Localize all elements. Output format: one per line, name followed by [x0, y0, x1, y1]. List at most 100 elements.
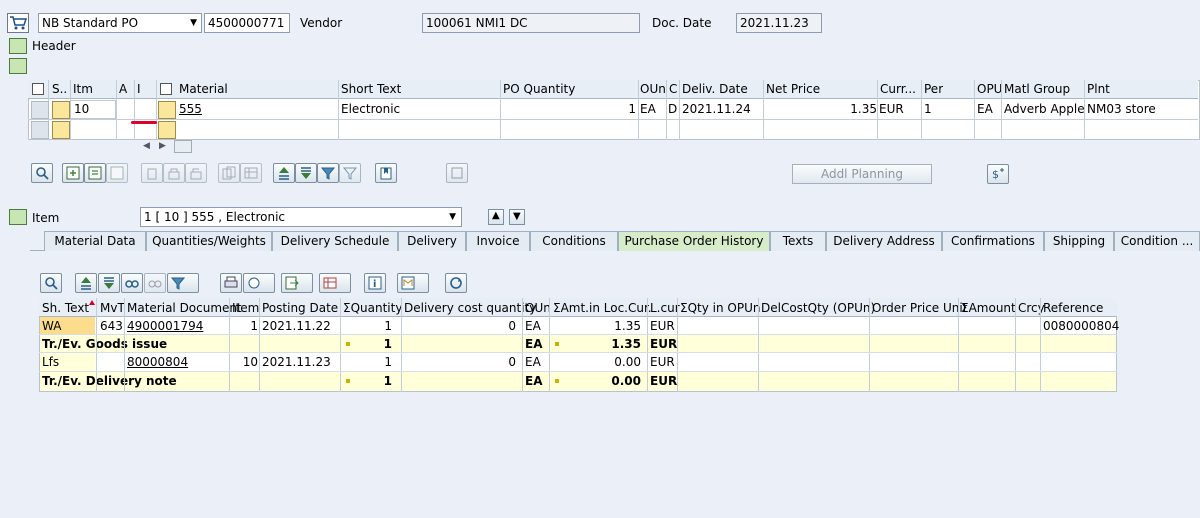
table-settings-icon[interactable]: [32, 83, 44, 95]
tab-texts[interactable]: Texts: [770, 231, 826, 251]
bookmark-icon[interactable]: [375, 163, 397, 183]
tab-condition-more[interactable]: Condition ...: [1114, 231, 1200, 251]
col-i[interactable]: I: [137, 80, 141, 99]
next-item-button[interactable]: ▼: [509, 209, 525, 225]
hcol-posting-date[interactable]: Posting Date: [262, 299, 338, 317]
hcol-delcostqty-opun[interactable]: DelCostQty (OPUn): [761, 299, 875, 317]
tab-delivery[interactable]: Delivery: [398, 231, 466, 251]
col-itm[interactable]: Itm: [73, 80, 93, 99]
history-export-icon[interactable]: [281, 273, 313, 293]
scroll-right-icon[interactable]: ▶: [159, 141, 166, 151]
filter-icon[interactable]: [317, 163, 339, 183]
history-details-icon[interactable]: [40, 273, 62, 293]
scroll-left-icon[interactable]: ◀: [143, 141, 150, 151]
hcol-oun[interactable]: OUn: [525, 299, 551, 317]
status-cell-empty[interactable]: [52, 121, 70, 139]
hcol-item[interactable]: Item: [232, 299, 259, 317]
hcol-mvt[interactable]: MvT: [100, 299, 125, 317]
hcol-amt-loc-cur[interactable]: ΣAmt.in Loc.Cur.: [553, 299, 652, 317]
col-plnt[interactable]: Plnt: [1087, 80, 1110, 99]
tab-invoice[interactable]: Invoice: [466, 231, 530, 251]
col-curr[interactable]: Curr...: [880, 80, 916, 99]
tab-delivery-schedule[interactable]: Delivery Schedule: [272, 231, 398, 251]
hcol-sh-text[interactable]: Sh. Text: [42, 299, 89, 317]
svg-text:$: $: [992, 168, 999, 181]
doc-date-field[interactable]: 2021.11.23: [736, 13, 822, 33]
status-cell[interactable]: [52, 101, 70, 119]
col-oun[interactable]: OUn: [640, 80, 666, 99]
history-print-icon[interactable]: [220, 273, 242, 293]
tab-material-data[interactable]: Material Data: [44, 231, 146, 251]
material-select-cell[interactable]: [158, 101, 176, 119]
history-find-next-icon[interactable]: [144, 273, 166, 293]
col-c[interactable]: C: [669, 80, 677, 99]
sort-ascending-icon[interactable]: [273, 163, 295, 183]
hcol-order-price-unit[interactable]: Order Price Unit: [872, 299, 967, 317]
col-short-text[interactable]: Short Text: [341, 80, 401, 99]
hcol-reference[interactable]: Reference: [1043, 299, 1103, 317]
tab-delivery-address[interactable]: Delivery Address: [826, 231, 942, 251]
col-opu[interactable]: OPU: [977, 80, 1002, 99]
history-filter-icon[interactable]: [167, 273, 199, 293]
copy-item-icon[interactable]: [84, 163, 106, 183]
sort-descending-icon[interactable]: [295, 163, 317, 183]
col-deliv-date[interactable]: Deliv. Date: [682, 80, 748, 99]
po-number-field[interactable]: 4500000771: [204, 13, 290, 33]
arrow-up-icon: ▲: [492, 210, 500, 221]
history-sort-asc-icon[interactable]: [75, 273, 97, 293]
row-selector-empty[interactable]: [31, 121, 49, 139]
col-s[interactable]: S..: [52, 80, 67, 99]
delete-icon[interactable]: [141, 163, 163, 183]
row-selector[interactable]: [31, 101, 49, 119]
material-select-cell-empty[interactable]: [158, 121, 176, 139]
vendor-field[interactable]: 100061 NMI1 DC: [422, 13, 640, 33]
tab-quantities-weights[interactable]: Quantities/Weights: [146, 231, 272, 251]
hcol-qty-in-opun[interactable]: ΣQty in OPUn: [680, 299, 760, 317]
tab-conditions[interactable]: Conditions: [530, 231, 618, 251]
col-material[interactable]: Material: [179, 80, 228, 99]
filter-edit-icon[interactable]: [339, 163, 361, 183]
lock-icon[interactable]: [163, 163, 185, 183]
copy-icon[interactable]: [218, 163, 240, 183]
add-item-icon[interactable]: [62, 163, 84, 183]
col-net-price[interactable]: Net Price: [766, 80, 820, 99]
history-info-icon[interactable]: i: [364, 273, 386, 293]
overview-toggle-icon[interactable]: [9, 58, 27, 74]
col-a[interactable]: A: [119, 80, 127, 99]
col-per[interactable]: Per: [924, 80, 943, 99]
po-type-select[interactable]: NB Standard PO ▼: [38, 13, 202, 33]
material-link[interactable]: 555: [179, 100, 202, 119]
addl-planning-button[interactable]: Addl Planning: [792, 164, 932, 184]
currency-icon[interactable]: $: [987, 164, 1009, 184]
header-toggle-icon[interactable]: [9, 38, 27, 54]
history-layout-icon[interactable]: [319, 273, 351, 293]
tab-confirmations[interactable]: Confirmations: [942, 231, 1044, 251]
hcol-amount[interactable]: ΣAmount: [961, 299, 1016, 317]
unlock-icon[interactable]: [185, 163, 207, 183]
col-po-quantity[interactable]: PO Quantity: [503, 80, 575, 99]
col-matl-group[interactable]: Matl Group: [1004, 80, 1070, 99]
hcol-quantity[interactable]: ΣQuantity: [343, 299, 402, 317]
row3-material-document-link[interactable]: 80000804: [127, 353, 188, 371]
item-toggle-icon[interactable]: [9, 209, 27, 225]
item-number-field[interactable]: 10: [70, 100, 116, 119]
row1-material-document-link[interactable]: 4900001794: [127, 317, 203, 335]
history-graphic-icon[interactable]: [397, 273, 429, 293]
hcol-material-document[interactable]: Material Document: [127, 299, 242, 317]
paste-item-icon[interactable]: [106, 163, 128, 183]
details-icon[interactable]: [31, 163, 53, 183]
hcol-delivery-cost-quantity[interactable]: Delivery cost quantity: [404, 299, 536, 317]
services-icon[interactable]: [446, 163, 468, 183]
scroll-position-icon[interactable]: [174, 140, 192, 153]
row2-oun: EA: [525, 337, 543, 351]
history-view-icon[interactable]: [243, 273, 275, 293]
history-refresh-icon[interactable]: [445, 273, 467, 293]
hcol-l-cur[interactable]: L.cur: [650, 299, 680, 317]
table-icon[interactable]: [240, 163, 262, 183]
tab-purchase-order-history[interactable]: Purchase Order History: [618, 231, 770, 251]
tab-shipping[interactable]: Shipping: [1044, 231, 1114, 251]
previous-item-button[interactable]: ▲: [488, 209, 504, 225]
history-sort-desc-icon[interactable]: [98, 273, 120, 293]
history-find-icon[interactable]: [121, 273, 143, 293]
item-selector-dropdown[interactable]: 1 [ 10 ] 555 , Electronic ▼: [140, 207, 462, 227]
